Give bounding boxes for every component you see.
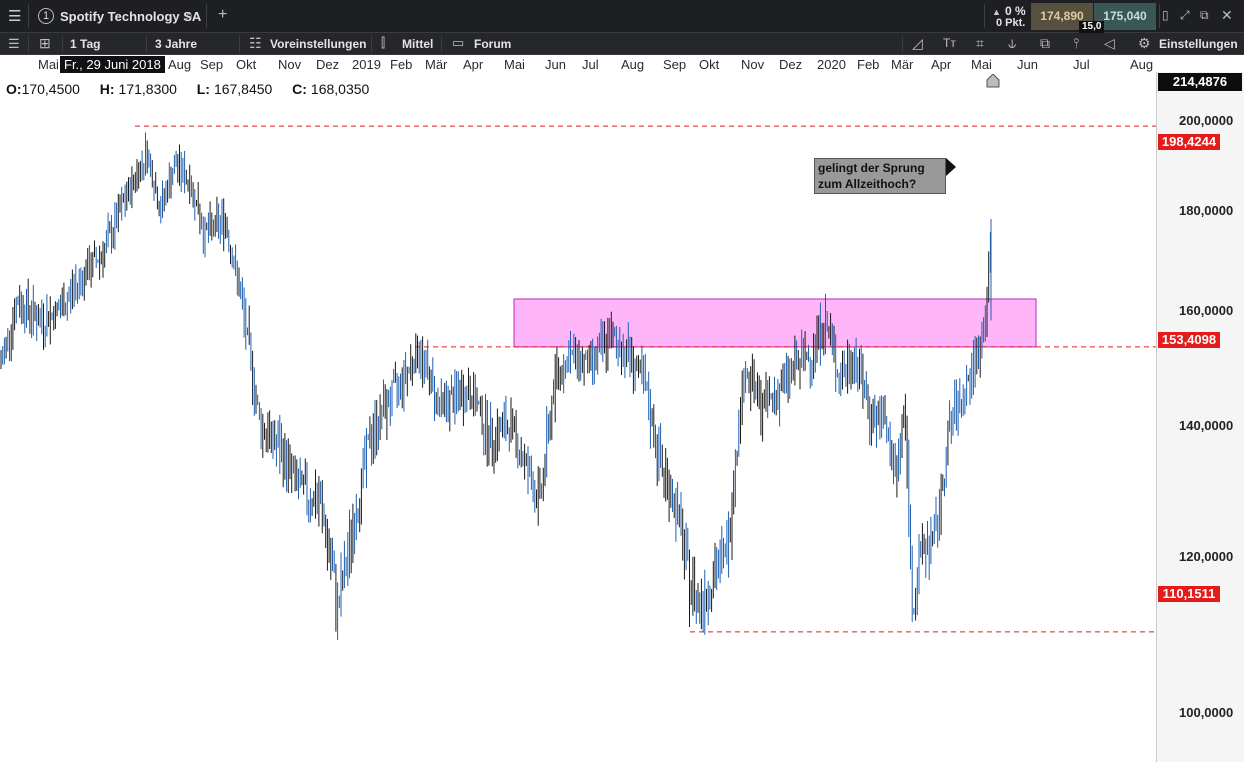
level-label-ath: 198,4244 xyxy=(1158,134,1220,150)
time-axis-label: Apr xyxy=(463,57,484,72)
time-axis-label: Dez xyxy=(779,57,803,72)
time-axis-label: Aug xyxy=(1130,57,1154,72)
y-tick-label: 180,0000 xyxy=(1179,203,1234,218)
change-points: 0 Pkt. xyxy=(996,17,1026,29)
compare-icon[interactable]: ⫝ xyxy=(1008,36,1016,50)
time-axis-label: 2019 xyxy=(352,57,381,72)
hamburger-menu-icon[interactable]: ☰ xyxy=(8,9,21,24)
time-axis-label: Aug xyxy=(168,57,192,72)
time-axis-label: Apr xyxy=(931,57,952,72)
y-tick-label: 120,0000 xyxy=(1179,549,1234,564)
sliders-icon[interactable]: ☷ xyxy=(249,36,262,50)
close-icon[interactable]: ✕ xyxy=(1221,8,1233,22)
annotation-line-1: gelingt der Sprung xyxy=(818,161,925,175)
y-tick-label: 160,0000 xyxy=(1179,303,1234,318)
chart-toolbar: ☰ ⊞ 1 Tag 3 Jahre ☷ Voreinstellungen ⫿ M… xyxy=(0,33,1244,55)
label-icon[interactable]: ◁ xyxy=(1104,36,1115,50)
list-view-icon[interactable]: ☰ xyxy=(8,37,20,50)
sidebar-toggle-icon[interactable]: ▯ xyxy=(1162,9,1169,21)
ask-price: 175,040 xyxy=(1103,9,1147,23)
time-axis-label: Mai xyxy=(504,57,525,72)
time-axis-label: Feb xyxy=(390,57,413,72)
annotation-line-2: zum Allzeithoch? xyxy=(818,177,917,191)
price-chart[interactable] xyxy=(0,72,1156,762)
presets-button[interactable]: Voreinstellungen xyxy=(270,37,366,51)
comment-icon[interactable]: ▭ xyxy=(452,36,464,49)
level-label-resistance: 153,4098 xyxy=(1158,332,1220,348)
time-axis-label: Jul xyxy=(582,57,599,72)
candlestick-icon[interactable]: ⫿ xyxy=(381,36,385,49)
y-tick-label: 200,0000 xyxy=(1179,113,1234,128)
spread-badge: 15,0 xyxy=(1079,21,1105,33)
instrument-title[interactable]: Spotify Technology SA xyxy=(60,9,201,24)
level-label-support: 110,1511 xyxy=(1158,586,1220,602)
forum-button[interactable]: Forum xyxy=(474,37,511,51)
time-axis-label: Nov xyxy=(278,57,302,72)
time-axis-label: 2020 xyxy=(817,57,846,72)
time-axis-label: Okt xyxy=(699,57,720,72)
crosshair-date-tooltip: Fr., 29 Juni 2018 xyxy=(60,56,165,73)
bid-price: 174,890 xyxy=(1040,9,1084,23)
trendline-icon[interactable]: ◿ xyxy=(912,36,923,50)
time-axis-label: Mär xyxy=(425,57,448,72)
layers-icon[interactable]: ⧉ xyxy=(1040,36,1050,50)
y-tick-label: 100,0000 xyxy=(1179,705,1234,720)
popout-icon[interactable]: ⧉ xyxy=(1200,9,1209,21)
time-axis-label: Sep xyxy=(200,57,224,72)
time-axis-label: Mai xyxy=(38,57,59,72)
time-axis-label: Jun xyxy=(545,57,566,72)
expand-icon[interactable]: ⤢ xyxy=(1180,9,1190,21)
time-axis-label: Aug xyxy=(621,57,645,72)
change-arrow-icon: ▲ xyxy=(992,7,1001,17)
indicator-button[interactable]: Mittel xyxy=(402,37,433,51)
y-tick-label: 140,0000 xyxy=(1179,418,1234,433)
time-axis-label: Feb xyxy=(857,57,880,72)
time-axis-label: Jun xyxy=(1017,57,1038,72)
add-tab-icon[interactable]: + xyxy=(218,7,227,23)
price-axis[interactable] xyxy=(1156,72,1244,762)
time-axis-label: Mai xyxy=(971,57,992,72)
chart-annotation[interactable]: gelingt der Sprung zum Allzeithoch? xyxy=(814,158,946,194)
time-axis-label: Mär xyxy=(891,57,914,72)
crosshair-icon[interactable]: ⌗ xyxy=(976,36,984,50)
chart-type-icon[interactable]: ⫯ xyxy=(1073,36,1079,50)
settings-button[interactable]: Einstellungen xyxy=(1159,37,1238,51)
search-icon[interactable]: ⌕ xyxy=(185,8,193,23)
time-axis-label: Nov xyxy=(741,57,765,72)
current-price-label: 214,4876 xyxy=(1158,73,1242,91)
range-selector[interactable]: 3 Jahre xyxy=(155,37,197,51)
time-axis-label: Okt xyxy=(236,57,257,72)
gear-icon[interactable]: ⚙ xyxy=(1138,36,1151,50)
time-axis-label: Jul xyxy=(1073,57,1090,72)
interval-selector[interactable]: 1 Tag xyxy=(70,37,100,51)
time-axis-label: Dez xyxy=(316,57,340,72)
change-percent: 0 % xyxy=(1005,4,1026,18)
layout-grid-icon[interactable]: ⊞ xyxy=(39,36,51,50)
time-axis-label: Sep xyxy=(663,57,687,72)
text-tool-icon[interactable]: Tт xyxy=(943,37,956,49)
tab-number-badge: 1 xyxy=(38,8,54,24)
annotation-arrow-icon xyxy=(946,158,956,176)
title-bar: ☰ 1 Spotify Technology SA ⌕ + ▲ 0 % 0 Pk… xyxy=(0,0,1244,33)
